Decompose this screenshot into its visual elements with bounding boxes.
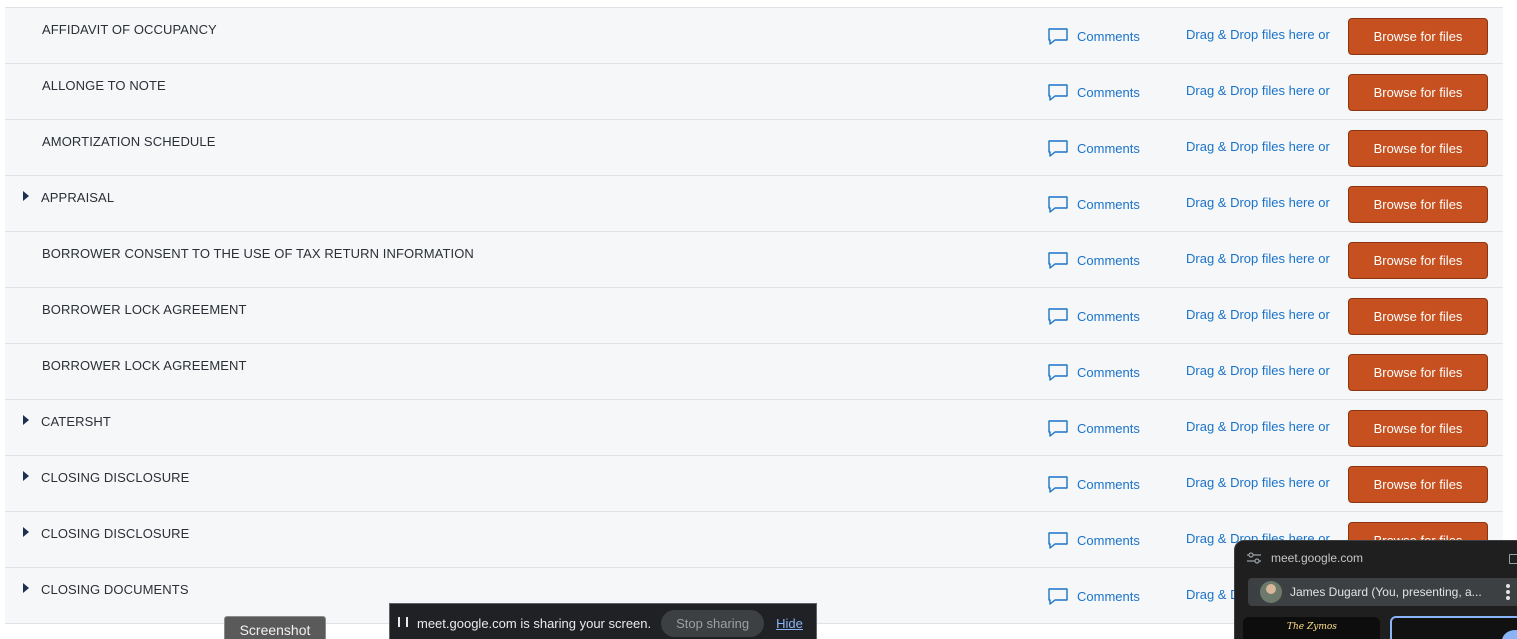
comments-link[interactable]: Comments xyxy=(1047,81,1140,103)
comment-icon xyxy=(1048,308,1068,325)
comment-icon xyxy=(1048,588,1068,605)
comments-label: Comments xyxy=(1077,308,1140,324)
expand-caret-icon[interactable] xyxy=(23,191,29,201)
document-title: AFFIDAVIT OF OCCUPANCY xyxy=(42,22,217,37)
drag-drop-zone[interactable]: Drag & Drop files here or xyxy=(1186,83,1330,98)
drag-drop-zone[interactable]: Drag & Drop files here or xyxy=(1186,139,1330,154)
comments-link[interactable]: Comments xyxy=(1047,193,1140,215)
comments-link[interactable]: Comments xyxy=(1047,137,1140,159)
browse-files-button[interactable]: Browse for files xyxy=(1348,242,1488,279)
document-title: BORROWER LOCK AGREEMENT xyxy=(42,358,247,373)
drag-drop-zone[interactable]: Drag & Drop files here or xyxy=(1186,27,1330,42)
loan-documents-page: AFFIDAVIT OF OCCUPANCY Comments Drag & Dro… xyxy=(0,0,1517,639)
document-row: BORROWER LOCK AGREEMENT Comments Drag & Dr… xyxy=(5,288,1503,344)
document-title: APPRAISAL xyxy=(41,190,115,205)
expand-caret-icon[interactable] xyxy=(23,583,29,593)
drag-drop-zone[interactable]: Drag & Drop files here or xyxy=(1186,419,1330,434)
drag-drop-zone[interactable]: Drag & Drop files here or xyxy=(1186,307,1330,322)
presenter-name: James Dugard (You, presenting, a... xyxy=(1290,585,1482,599)
drag-drop-zone[interactable]: Drag & Drop files here or xyxy=(1186,363,1330,378)
more-icon[interactable] xyxy=(1502,630,1517,639)
comments-label: Comments xyxy=(1077,588,1140,604)
browse-files-button[interactable]: Browse for files xyxy=(1348,186,1488,223)
browse-files-button[interactable]: Browse for files xyxy=(1348,130,1488,167)
browse-files-button[interactable]: Browse for files xyxy=(1348,18,1488,55)
document-title: AMORTIZATION SCHEDULE xyxy=(42,134,216,149)
document-title: BORROWER LOCK AGREEMENT xyxy=(42,302,247,317)
comments-label: Comments xyxy=(1077,140,1140,156)
document-title: CLOSING DISCLOSURE xyxy=(41,470,190,485)
comments-link[interactable]: Comments xyxy=(1047,249,1140,271)
comment-icon xyxy=(1048,28,1068,45)
comment-icon xyxy=(1048,532,1068,549)
hide-link[interactable]: Hide xyxy=(776,616,803,631)
comments-label: Comments xyxy=(1077,476,1140,492)
comments-link[interactable]: Comments xyxy=(1047,361,1140,383)
comment-icon xyxy=(1048,420,1068,437)
comments-label: Comments xyxy=(1077,28,1140,44)
document-title: BORROWER CONSENT TO THE USE OF TAX RETUR… xyxy=(42,246,474,261)
comment-icon xyxy=(1048,476,1068,493)
comment-icon xyxy=(1048,196,1068,213)
avatar xyxy=(1260,581,1282,603)
document-row: AMORTIZATION SCHEDULE Comments Drag & Drop… xyxy=(5,120,1503,176)
comments-label: Comments xyxy=(1077,420,1140,436)
expand-caret-icon[interactable] xyxy=(23,471,29,481)
document-row: ALLONGE TO NOTE Comments Drag & Drop files… xyxy=(5,64,1503,120)
share-message: meet.google.com is sharing your screen. xyxy=(417,615,652,631)
browse-files-button[interactable]: Browse for files xyxy=(1348,74,1488,111)
document-row: BORROWER LOCK AGREEMENT Comments Drag & Dr… xyxy=(5,344,1503,400)
tile-caption: The Zymos xyxy=(1287,622,1337,632)
browse-files-button[interactable]: Browse for files xyxy=(1348,410,1488,447)
browse-files-button[interactable]: Browse for files xyxy=(1348,298,1488,335)
maximize-icon[interactable] xyxy=(1509,554,1517,564)
comments-label: Comments xyxy=(1077,252,1140,268)
document-row: CLOSING DISCLOSURE Comments Drag & Drop fi… xyxy=(5,456,1503,512)
expand-caret-icon[interactable] xyxy=(23,527,29,537)
participant-tile[interactable]: The Zymos xyxy=(1243,617,1380,639)
browse-files-button[interactable]: Browse for files xyxy=(1348,466,1488,503)
screenshot-tooltip: Screenshot xyxy=(224,616,326,639)
document-row: BORROWER CONSENT TO THE USE OF TAX RETUR… xyxy=(5,232,1503,288)
document-row: CATERSHT Comments Drag & Drop files here o… xyxy=(5,400,1503,456)
comments-label: Comments xyxy=(1077,84,1140,100)
comment-icon xyxy=(1048,364,1068,381)
stop-sharing-button[interactable]: Stop sharing xyxy=(661,609,765,637)
document-title: CLOSING DISCLOSURE xyxy=(41,526,190,541)
more-options-icon[interactable] xyxy=(1506,584,1510,600)
comments-label: Comments xyxy=(1077,532,1140,548)
comment-icon xyxy=(1048,84,1068,101)
drag-drop-zone[interactable]: Drag & Drop files here or xyxy=(1186,475,1330,490)
comments-link[interactable]: Comments xyxy=(1047,473,1140,495)
self-view-tile[interactable] xyxy=(1390,616,1517,639)
comments-link[interactable]: Comments xyxy=(1047,25,1140,47)
comment-icon xyxy=(1048,252,1068,269)
pip-header: meet.google.com xyxy=(1235,541,1517,575)
document-list: AFFIDAVIT OF OCCUPANCY Comments Drag & Dro… xyxy=(5,7,1503,624)
presenter-bar: James Dugard (You, presenting, a... xyxy=(1248,578,1517,606)
comments-label: Comments xyxy=(1077,196,1140,212)
comments-link[interactable]: Comments xyxy=(1047,529,1140,551)
document-title: CATERSHT xyxy=(41,414,111,429)
drag-drop-zone[interactable]: Drag & Drop files here or xyxy=(1186,251,1330,266)
document-row: APPRAISAL Comments Drag & Drop files here … xyxy=(5,176,1503,232)
drag-drop-zone[interactable]: Drag & Drop files here or xyxy=(1186,195,1330,210)
comments-link[interactable]: Comments xyxy=(1047,585,1140,607)
document-row: AFFIDAVIT OF OCCUPANCY Comments Drag & Dro… xyxy=(5,8,1503,64)
tune-icon[interactable] xyxy=(1247,552,1261,564)
comment-icon xyxy=(1048,140,1068,157)
document-title: CLOSING DOCUMENTS xyxy=(41,582,189,597)
meet-pip-window: meet.google.com James Dugard (You, prese… xyxy=(1234,540,1517,639)
pause-icon[interactable] xyxy=(398,617,408,629)
comments-label: Comments xyxy=(1077,364,1140,380)
browse-files-button[interactable]: Browse for files xyxy=(1348,354,1488,391)
document-title: ALLONGE TO NOTE xyxy=(42,78,166,93)
screen-share-bar: meet.google.com is sharing your screen. … xyxy=(389,603,817,639)
comments-link[interactable]: Comments xyxy=(1047,417,1140,439)
pip-domain: meet.google.com xyxy=(1271,551,1364,565)
comments-link[interactable]: Comments xyxy=(1047,305,1140,327)
expand-caret-icon[interactable] xyxy=(23,415,29,425)
